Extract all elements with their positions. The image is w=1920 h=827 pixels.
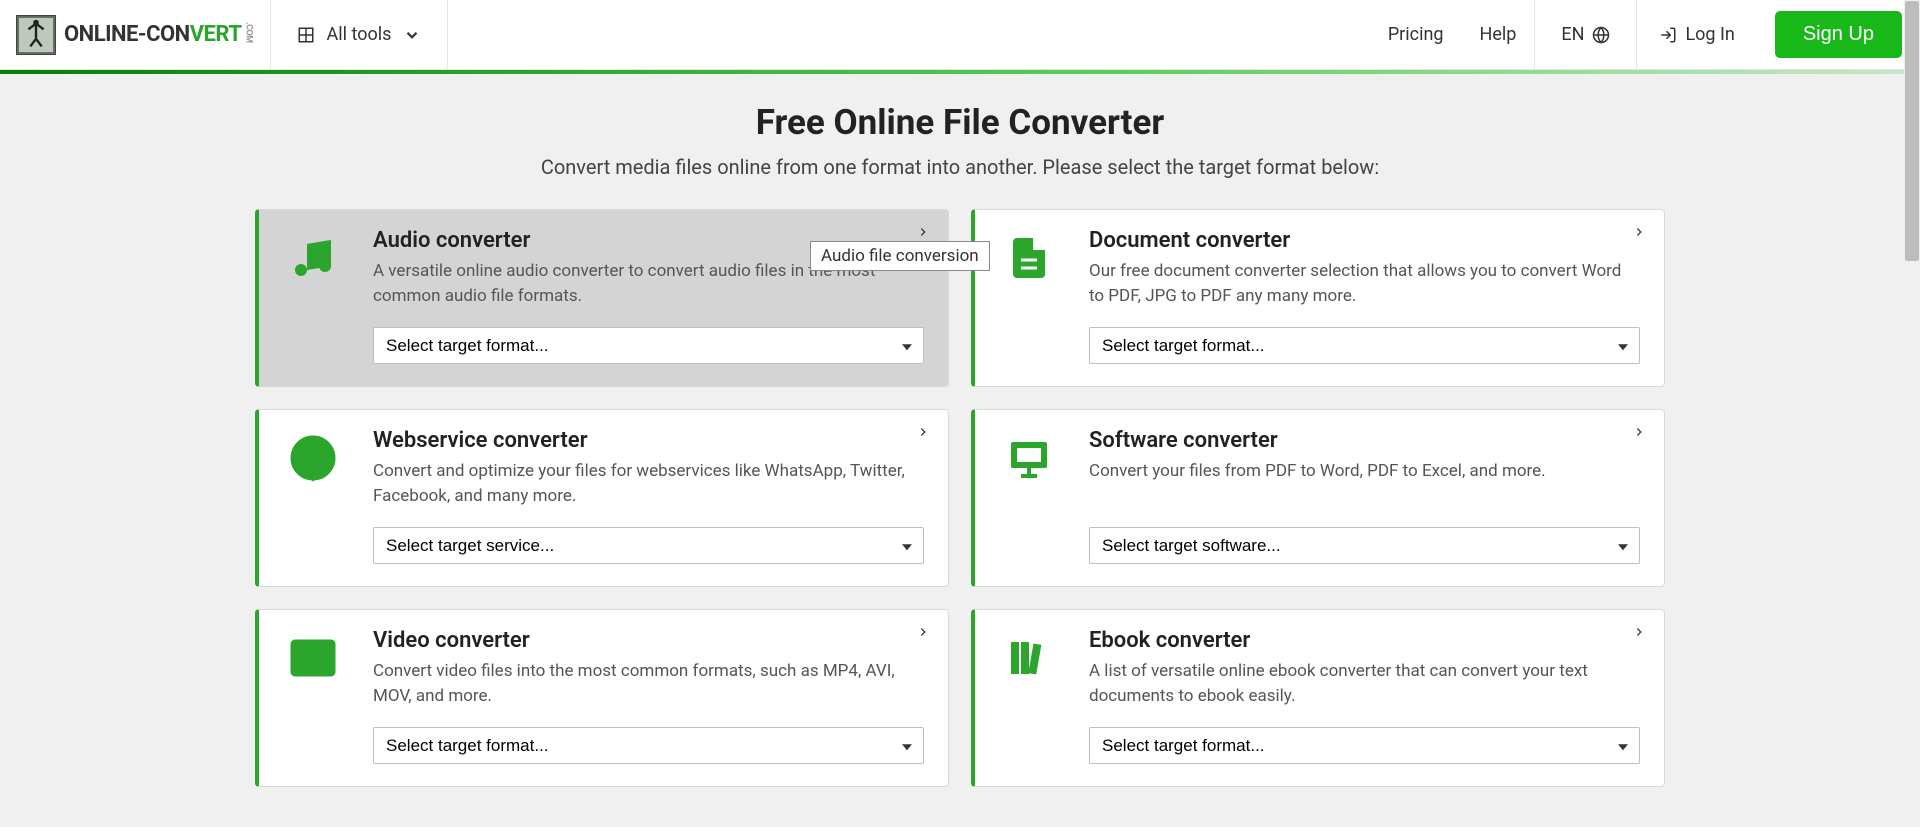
grid-icon — [297, 26, 315, 44]
card-title: Ebook converter — [1089, 628, 1640, 653]
pricing-link[interactable]: Pricing — [1370, 24, 1462, 45]
chevron-right-icon — [1632, 224, 1646, 243]
globe-icon — [1592, 26, 1610, 44]
document-format-select[interactable]: Select target format... — [1089, 327, 1640, 364]
chevron-right-icon — [1632, 624, 1646, 643]
chevron-right-icon — [1632, 424, 1646, 443]
card-document-converter[interactable]: Document converter Our free document con… — [971, 209, 1665, 387]
logo-icon — [16, 15, 56, 55]
card-video-converter[interactable]: Video converter Convert video files into… — [255, 609, 949, 787]
card-webservice-converter[interactable]: Webservice converter Convert and optimiz… — [255, 409, 949, 587]
monitor-icon — [999, 428, 1059, 564]
page-subtitle: Convert media files online from one form… — [255, 155, 1665, 179]
login-icon — [1659, 26, 1677, 44]
login-link[interactable]: Log In — [1637, 24, 1756, 45]
chevron-down-icon — [403, 26, 421, 44]
card-description: Convert and optimize your files for webs… — [373, 459, 924, 509]
music-note-icon — [283, 228, 343, 364]
audio-format-select[interactable]: Select target format... — [373, 327, 924, 364]
main-content: Free Online File Converter Convert media… — [255, 74, 1665, 827]
chevron-right-icon — [916, 424, 930, 443]
signup-button[interactable]: Sign Up — [1775, 11, 1902, 58]
language-label: EN — [1561, 24, 1584, 45]
card-description: Our free document converter selection th… — [1089, 259, 1640, 309]
card-audio-converter[interactable]: Audio converter A versatile online audio… — [255, 209, 949, 387]
webservice-select[interactable]: Select target service... — [373, 527, 924, 564]
converter-grid: Audio converter A versatile online audio… — [255, 209, 1665, 787]
video-format-select[interactable]: Select target format... — [373, 727, 924, 764]
books-icon — [999, 628, 1059, 764]
globe-icon — [283, 428, 343, 564]
logo[interactable]: ONLINE-CONVERT.COM — [0, 0, 271, 69]
software-select[interactable]: Select target software... — [1089, 527, 1640, 564]
card-description: Convert your files from PDF to Word, PDF… — [1089, 459, 1640, 509]
all-tools-label: All tools — [327, 24, 392, 45]
scrollbar[interactable] — [1904, 0, 1920, 820]
logo-text: ONLINE-CONVERT.COM — [64, 22, 254, 47]
card-description: A list of versatile online ebook convert… — [1089, 659, 1640, 709]
card-ebook-converter[interactable]: Ebook converter A list of versatile onli… — [971, 609, 1665, 787]
top-navigation: ONLINE-CONVERT.COM All tools Pricing Hel… — [0, 0, 1920, 70]
all-tools-menu[interactable]: All tools — [271, 0, 449, 69]
page-title: Free Online File Converter — [255, 102, 1665, 143]
login-label: Log In — [1685, 24, 1734, 45]
tooltip: Audio file conversion — [810, 241, 990, 271]
scrollbar-thumb[interactable] — [1905, 1, 1919, 261]
help-link[interactable]: Help — [1462, 24, 1535, 45]
card-title: Video converter — [373, 628, 924, 653]
card-description: Convert video files into the most common… — [373, 659, 924, 709]
card-title: Software converter — [1089, 428, 1640, 453]
card-title: Webservice converter — [373, 428, 924, 453]
film-icon — [283, 628, 343, 764]
language-selector[interactable]: EN — [1534, 0, 1637, 69]
card-title: Document converter — [1089, 228, 1640, 253]
chevron-right-icon — [916, 624, 930, 643]
ebook-format-select[interactable]: Select target format... — [1089, 727, 1640, 764]
document-icon — [999, 228, 1059, 364]
card-software-converter[interactable]: Software converter Convert your files fr… — [971, 409, 1665, 587]
